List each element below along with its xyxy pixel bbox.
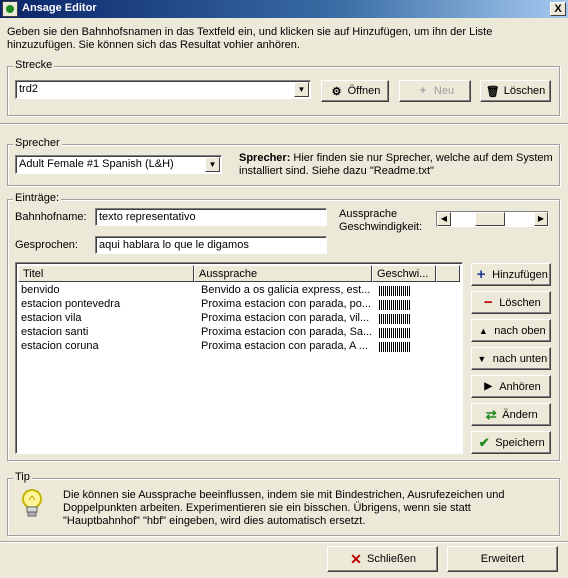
chevron-down-icon[interactable]: ▼ [294,82,309,97]
column-header-filler [436,265,460,282]
speed-bars-icon [379,328,411,338]
gesprochen-input[interactable]: aqui hablara lo que le digamos [95,236,327,254]
move-down-label: nach unten [492,352,548,365]
bahnhofname-label: Bahnhofname: [15,211,87,223]
remove-button[interactable]: − Löschen [471,291,551,314]
divider [0,541,568,543]
strecke-select[interactable]: trd2 ▼ [15,80,311,99]
remove-button-label: Löschen [499,296,541,309]
gesprochen-label: Gesprochen: [15,239,78,251]
close-button[interactable]: ✕ Schließen [327,546,438,572]
window-close-button[interactable]: X [550,2,566,16]
gear-open-icon: ⚙ [331,85,342,98]
row-titel: estacion vila [21,312,82,324]
arrow-up-icon: ▲ [478,325,488,336]
strecke-delete-label: Löschen [503,85,546,97]
save-button-label: Speichern [495,436,545,449]
slider-thumb[interactable] [474,212,505,226]
tip-text: Die können sie Aussprache beeinflussen, … [63,489,505,527]
extended-button-label: Erweitert [480,553,525,565]
speed-slider[interactable]: ◀ ▶ [436,211,549,227]
speed-label-line2: Geschwindigkeit: [339,221,423,233]
trash-icon: 🗑 [485,85,500,98]
add-button-label: Hinzufügen [492,268,548,281]
column-header-titel[interactable]: Titel [18,265,194,282]
entries-list[interactable]: Titel Aussprache Geschwi... benvido Benv… [15,262,463,454]
listen-button[interactable]: ▶ Anhören [471,375,551,398]
slider-left-arrow-icon[interactable]: ◀ [437,212,451,226]
checkmark-icon: ✔ [478,434,490,450]
close-button-label: Schließen [367,553,416,565]
strecke-group-label: Strecke [13,59,55,71]
row-titel: benvido [21,284,60,296]
sprecher-select[interactable]: Adult Female #1 Spanish (L&H) ▼ [15,155,222,174]
row-titel: estacion pontevedra [21,298,121,310]
intro-text: Geben sie den Bahnhofsnamen in das Textf… [7,26,493,51]
eintraege-group-label: Einträge: [13,192,62,204]
tip-group-label: Tip [13,471,32,483]
lightbulb-icon [19,488,45,520]
gesprochen-value: aqui hablara lo que le digamos [99,239,249,251]
speed-bars-icon [379,300,411,310]
speed-bars-icon [379,342,411,352]
refresh-icon: ⇄ [485,406,497,422]
change-button-label: Ändern [502,408,538,421]
arrow-down-icon: ▼ [477,353,487,364]
column-header-geschwindigkeit[interactable]: Geschwi... [372,265,436,282]
add-button[interactable]: + Hinzufügen [471,263,551,286]
sprecher-info-label: Sprecher: [239,152,291,164]
window-title: Ansage Editor [22,2,97,14]
close-icon: ✕ [350,550,362,567]
row-aussprache: Proxima estacion con parada, vil... [201,312,370,324]
chevron-down-icon[interactable]: ▼ [205,157,220,172]
extended-button[interactable]: Erweitert [447,546,558,572]
plus-icon: + [476,266,486,283]
title-bar[interactable]: Ansage Editor X [0,0,568,18]
minus-icon: − [483,294,493,311]
open-button-label: Öffnen [347,85,381,97]
row-titel: estacion santi [21,326,89,338]
row-aussprache: Proxima estacion con parada, Sa... [201,326,373,338]
row-titel: estacion coruna [21,340,99,352]
column-header-aussprache[interactable]: Aussprache [194,265,372,282]
speed-label-line1: Aussprache [339,208,398,220]
row-aussprache: Proxima estacion con parada, A ... [201,340,368,352]
move-up-button[interactable]: ▲ nach oben [471,319,551,342]
bahnhofname-value: texto representativo [99,211,196,223]
strecke-delete-button[interactable]: 🗑 Löschen [480,80,551,102]
app-icon [2,1,18,17]
listen-button-label: Anhören [499,380,541,393]
row-aussprache: Benvido a os galicia express, est... [201,284,371,296]
new-button-label: Neu [433,85,455,97]
move-up-label: nach oben [494,324,546,337]
sprecher-selected-value: Adult Female #1 Spanish (L&H) [19,158,174,170]
new-button[interactable]: + Neu [399,80,471,102]
speed-label: Aussprache Geschwindigkeit: [339,208,422,234]
save-button[interactable]: ✔ Speichern [471,431,551,454]
row-aussprache: Proxima estacion con parada, po... [201,298,371,310]
divider [0,123,568,125]
move-down-button[interactable]: ▼ nach unten [471,347,551,370]
speed-bars-icon [379,314,411,324]
plus-icon: + [419,85,427,97]
speed-bars-icon [379,286,411,296]
play-icon: ▶ [484,381,493,392]
slider-right-arrow-icon[interactable]: ▶ [534,212,548,226]
sprecher-info: Sprecher: Hier finden sie nur Sprecher, … [239,152,554,178]
change-button[interactable]: ⇄ Ändern [471,403,551,426]
open-button[interactable]: ⚙ Öffnen [321,80,389,102]
sprecher-group-label: Sprecher [13,137,62,149]
bahnhofname-input[interactable]: texto representativo [95,208,327,226]
strecke-selected-value: trd2 [19,83,38,95]
